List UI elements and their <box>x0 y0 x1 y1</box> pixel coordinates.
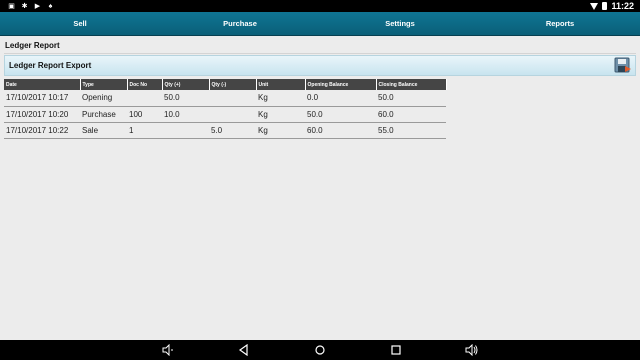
table-row[interactable]: 17/10/2017 10:20 Purchase 100 10.0 Kg 50… <box>4 106 446 123</box>
recents-icon[interactable] <box>389 343 403 357</box>
battery-icon <box>602 2 608 10</box>
tab-sell[interactable]: Sell <box>0 12 160 35</box>
cell-closing-balance: 60.0 <box>376 106 446 123</box>
cell-qty-out <box>209 106 256 123</box>
volume-down-icon[interactable] <box>161 343 175 357</box>
home-icon[interactable] <box>313 343 327 357</box>
tab-purchase[interactable]: Purchase <box>160 12 320 35</box>
tab-reports[interactable]: Reports <box>480 12 640 35</box>
cell-opening-balance: 50.0 <box>305 106 376 123</box>
cell-closing-balance: 50.0 <box>376 90 446 107</box>
cell-unit: Kg <box>256 90 305 107</box>
play-notification-icon: ▶ <box>34 2 41 10</box>
cell-opening-balance: 0.0 <box>305 90 376 107</box>
cell-date: 17/10/2017 10:17 <box>4 90 80 107</box>
cell-type: Sale <box>80 122 127 139</box>
page-title: Ledger Report <box>5 41 60 50</box>
cell-doc-no: 1 <box>127 122 162 139</box>
cell-qty-out <box>209 90 256 107</box>
table-row[interactable]: 17/10/2017 10:22 Sale 1 5.0 Kg 60.0 55.0 <box>4 122 446 139</box>
volume-up-icon[interactable] <box>465 343 479 357</box>
column-header-doc-no: Doc No <box>127 79 163 90</box>
cell-unit: Kg <box>256 106 305 123</box>
cell-qty-in <box>162 122 209 139</box>
back-icon[interactable] <box>237 343 251 357</box>
tab-settings[interactable]: Settings <box>320 12 480 35</box>
cell-qty-out: 5.0 <box>209 122 256 139</box>
cell-doc-no: 100 <box>127 106 162 123</box>
column-header-qty-in: Qty (+) <box>162 79 210 90</box>
system-navigation-bar <box>0 340 640 360</box>
column-header-closing-balance: Closing Balance <box>376 79 447 90</box>
status-notification-icons: ▣ ✱ ▶ ♠ <box>0 3 54 10</box>
cell-qty-in: 50.0 <box>162 90 209 107</box>
cell-type: Purchase <box>80 106 127 123</box>
ledger-table: Date Type Doc No Qty (+) Qty (-) Unit Op… <box>4 79 447 139</box>
export-section-header: Ledger Report Export <box>4 55 636 76</box>
cell-qty-in: 10.0 <box>162 106 209 123</box>
column-header-qty-out: Qty (-) <box>209 79 257 90</box>
android-notification-icon: ♠ <box>48 2 53 10</box>
wifi-icon <box>590 2 599 10</box>
status-bar: ▣ ✱ ▶ ♠ 11:22 <box>0 0 640 12</box>
column-header-opening-balance: Opening Balance <box>305 79 377 90</box>
column-header-unit: Unit <box>256 79 306 90</box>
table-header-row: Date Type Doc No Qty (+) Qty (-) Unit Op… <box>4 79 447 90</box>
column-header-date: Date <box>4 79 81 90</box>
cell-closing-balance: 55.0 <box>376 122 446 139</box>
cell-opening-balance: 60.0 <box>305 122 376 139</box>
column-header-type: Type <box>80 79 128 90</box>
cell-unit: Kg <box>256 122 305 139</box>
main-tab-bar: Sell Purchase Settings Reports <box>0 12 640 36</box>
cell-date: 17/10/2017 10:22 <box>4 122 80 139</box>
clock: 11:22 <box>611 1 634 11</box>
status-system-icons: 11:22 <box>590 1 640 11</box>
divider <box>4 53 636 54</box>
app-notification-icon: ▣ <box>8 2 15 10</box>
cell-type: Opening <box>80 90 127 107</box>
save-disk-icon[interactable] <box>614 57 632 74</box>
table-row[interactable]: 17/10/2017 10:17 Opening 50.0 Kg 0.0 50.… <box>4 90 446 107</box>
export-label: Ledger Report Export <box>9 61 92 70</box>
cell-doc-no <box>127 90 162 107</box>
settings-notification-icon: ✱ <box>21 2 28 10</box>
cell-date: 17/10/2017 10:20 <box>4 106 80 123</box>
